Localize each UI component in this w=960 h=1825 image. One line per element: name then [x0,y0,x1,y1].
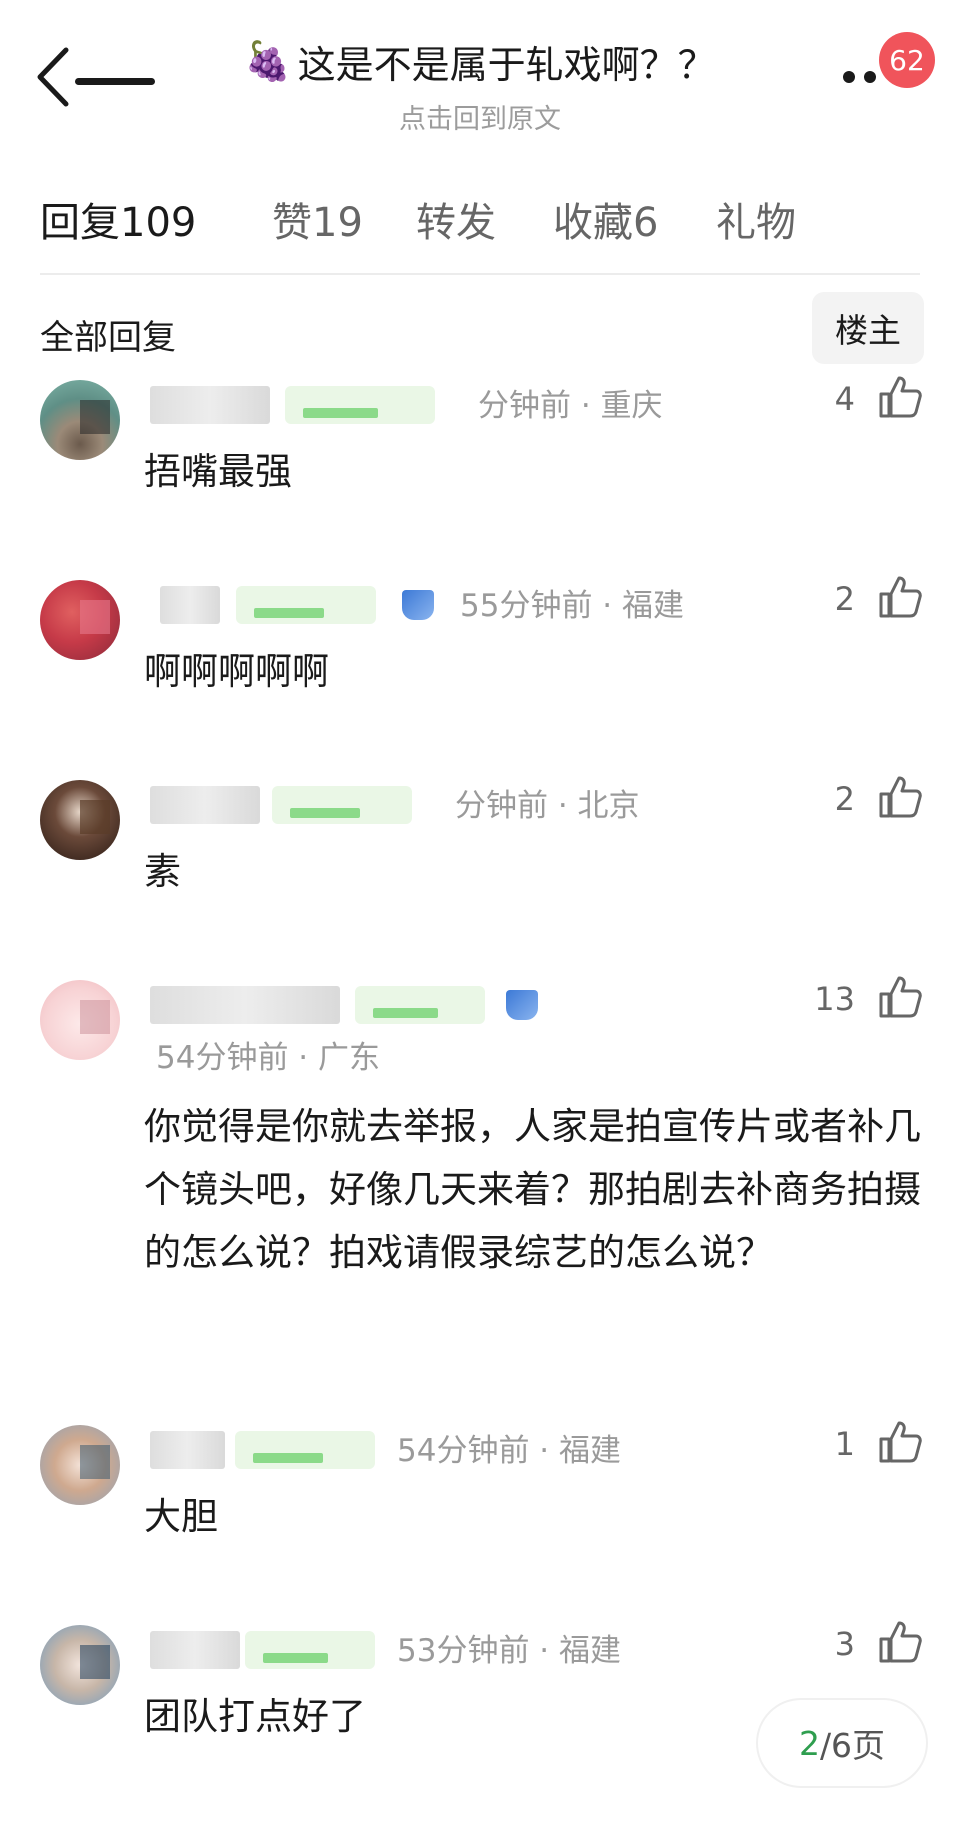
comment-meta: 54分钟前 · 福建 [397,1433,622,1469]
like-count: 4 [834,380,855,418]
post-title-text: 这是不是属于轧戏啊？？ [297,43,716,87]
user-level-tag [236,586,376,624]
current-page: 2 [798,1723,820,1763]
like-count: 1 [834,1425,855,1463]
like-count: 3 [834,1625,855,1663]
like-count: 13 [814,980,855,1018]
avatar[interactable] [40,780,120,860]
comment-text: 啊啊啊啊啊 [144,650,329,693]
tab-bar: 回复109 赞19 转发 收藏6 礼物 [40,190,920,280]
username-masked[interactable] [150,386,270,424]
thumbs-up-icon[interactable] [877,1619,923,1665]
like-count: 2 [834,780,855,818]
user-level-tag [235,1431,375,1469]
active-tab-indicator [75,78,155,85]
thumbs-up-icon[interactable] [877,574,923,620]
comment-text: 捂嘴最强 [144,450,292,493]
back-arrow-icon[interactable] [30,42,80,112]
avatar[interactable] [40,980,120,1060]
title-area[interactable]: 🍇 这是不是属于轧戏啊？？ 点击回到原文 [200,34,760,136]
verified-badge-icon [402,590,434,620]
avatar[interactable] [40,1425,120,1505]
tab-favorites[interactable]: 收藏6 [553,190,658,248]
tab-replies[interactable]: 回复109 [40,190,196,248]
user-level-tag [272,786,412,824]
grape-emoji-icon: 🍇 [244,39,292,83]
username-masked[interactable] [160,586,220,624]
tab-reposts[interactable]: 转发 [416,190,496,248]
username-masked[interactable] [150,1431,225,1469]
avatar[interactable] [40,1625,120,1705]
verified-badge-icon [506,990,538,1020]
comment-meta: 55分钟前 · 福建 [460,588,685,624]
username-masked[interactable] [150,786,260,824]
user-level-tag [245,1631,375,1669]
thumbs-up-icon[interactable] [877,374,923,420]
user-level-tag [285,386,435,424]
like-count: 2 [834,580,855,618]
top-bar: 🍇 这是不是属于轧戏啊？？ 点击回到原文 62 [0,0,960,150]
user-level-tag [355,986,485,1024]
avatar[interactable] [40,380,120,460]
comment-meta: 54分钟前 · 广东 [156,1040,381,1076]
username-masked[interactable] [150,986,340,1024]
avatar[interactable] [40,580,120,660]
comment-text: 素 [144,850,181,893]
comment-meta: 分钟前 · 重庆 [478,388,663,424]
comment-meta: 分钟前 · 北京 [455,788,640,824]
back-to-original-link[interactable]: 点击回到原文 [200,97,760,136]
more-icon[interactable] [842,70,882,84]
comment-text: 大胆 [144,1495,218,1538]
tab-gifts[interactable]: 礼物 [716,190,796,248]
comment-text: 你觉得是你就去举报，人家是拍宣传片或者补几个镜头吧，好像几天来着？那拍剧去补商务… [144,1105,921,1274]
comment-meta: 53分钟前 · 福建 [397,1633,622,1669]
notification-badge[interactable]: 62 [879,32,935,88]
total-pages: /6页 [819,1726,886,1765]
thumbs-up-icon[interactable] [877,1419,923,1465]
thumbs-up-icon[interactable] [877,974,923,1020]
thumbs-up-icon[interactable] [877,774,923,820]
post-title: 🍇 这是不是属于轧戏啊？？ [244,34,715,89]
page-indicator[interactable]: 2 /6页 [758,1700,926,1786]
username-masked[interactable] [150,1631,240,1669]
all-replies-heading: 全部回复 [40,318,176,358]
tab-likes[interactable]: 赞19 [272,190,363,248]
op-only-button[interactable]: 楼主 [812,292,924,364]
tab-divider [40,273,920,275]
